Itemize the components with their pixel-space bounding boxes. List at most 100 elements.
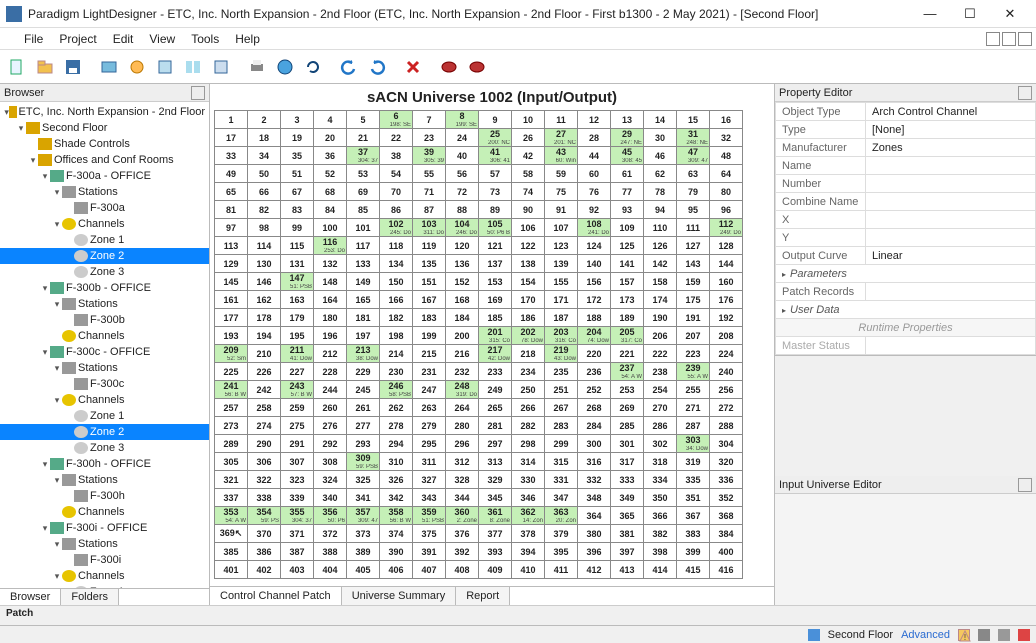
channel-cell[interactable]: 106 <box>512 219 545 237</box>
menu-tools[interactable]: Tools <box>183 28 227 50</box>
channel-cell[interactable]: 3602: Zone <box>446 507 479 525</box>
channel-cell[interactable]: 116253: Do <box>314 237 347 255</box>
channel-cell[interactable]: 186 <box>512 309 545 327</box>
channel-cell[interactable]: 152 <box>446 273 479 291</box>
channel-cell[interactable]: 195 <box>281 327 314 345</box>
tree-item[interactable]: ▾Channels <box>0 216 209 232</box>
channel-cell[interactable]: 188 <box>578 309 611 327</box>
minimize-button[interactable]: — <box>910 0 950 28</box>
channel-cell[interactable]: 389 <box>347 543 380 561</box>
channel-cell[interactable]: 216 <box>446 345 479 363</box>
channel-cell[interactable]: 203316: Co <box>545 327 578 345</box>
channel-cell[interactable]: 264 <box>446 399 479 417</box>
channel-cell[interactable]: 215 <box>413 345 446 363</box>
channel-cell[interactable]: 19 <box>281 129 314 147</box>
channel-cell[interactable]: 64 <box>710 165 743 183</box>
menu-project[interactable]: Project <box>51 28 104 50</box>
channel-cell[interactable]: 174 <box>644 291 677 309</box>
channel-cell[interactable]: 5 <box>347 111 380 129</box>
channel-cell[interactable]: 10550: P6 B <box>479 219 512 237</box>
channel-cell[interactable]: 295 <box>413 435 446 453</box>
tree-item[interactable]: ▾F-300b - OFFICE <box>0 280 209 296</box>
channel-cell[interactable]: 338 <box>248 489 281 507</box>
channel-cell[interactable]: 170 <box>512 291 545 309</box>
channel-cell[interactable]: 145 <box>215 273 248 291</box>
channel-cell[interactable]: 357309: 47 <box>347 507 380 525</box>
channel-cell[interactable]: 199 <box>413 327 446 345</box>
channel-cell[interactable]: 381 <box>611 525 644 543</box>
channel-cell[interactable]: 347 <box>545 489 578 507</box>
channel-cell[interactable]: 233 <box>479 363 512 381</box>
channel-cell[interactable]: 266 <box>512 399 545 417</box>
channel-cell[interactable]: 386 <box>248 543 281 561</box>
channel-cell[interactable]: 109 <box>611 219 644 237</box>
channel-cell[interactable]: 55 <box>413 165 446 183</box>
channel-cell[interactable]: 60 <box>578 165 611 183</box>
tree-item[interactable]: Zone 2 <box>0 424 209 440</box>
tool-btn-1[interactable] <box>96 54 122 80</box>
channel-cell[interactable]: 274 <box>248 417 281 435</box>
channel-cell[interactable]: 100 <box>314 219 347 237</box>
channel-cell[interactable]: 26 <box>512 129 545 147</box>
channel-cell[interactable]: 190 <box>644 309 677 327</box>
channel-cell[interactable]: 14 <box>644 111 677 129</box>
channel-cell[interactable]: 312 <box>446 453 479 471</box>
channel-cell[interactable]: 168 <box>446 291 479 309</box>
channel-cell[interactable]: 33 <box>215 147 248 165</box>
mdi-min-icon[interactable] <box>986 32 1000 46</box>
channel-cell[interactable]: 66 <box>248 183 281 201</box>
channel-cell[interactable]: 392 <box>446 543 479 561</box>
channel-cell[interactable]: 53 <box>347 165 380 183</box>
channel-cell[interactable]: 128 <box>710 237 743 255</box>
channel-cell[interactable]: 324 <box>314 471 347 489</box>
redo-button[interactable] <box>364 54 390 80</box>
channel-cell[interactable]: 321 <box>215 471 248 489</box>
channel-cell[interactable]: 45308: 45 <box>611 147 644 165</box>
channel-cell[interactable]: 131 <box>281 255 314 273</box>
channel-cell[interactable]: 22 <box>380 129 413 147</box>
channel-cell[interactable]: 69 <box>347 183 380 201</box>
channel-cell[interactable]: 157 <box>611 273 644 291</box>
channel-cell[interactable]: 365 <box>611 507 644 525</box>
browser-tab-folders[interactable]: Folders <box>61 589 119 605</box>
channel-cell[interactable]: 14751: PSB <box>281 273 314 291</box>
maximize-button[interactable]: ☐ <box>950 0 990 28</box>
channel-cell[interactable]: 382 <box>644 525 677 543</box>
channel-cell[interactable]: 251 <box>545 381 578 399</box>
channel-cell[interactable]: 169 <box>479 291 512 309</box>
channel-cell[interactable]: 4 <box>314 111 347 129</box>
channel-cell[interactable]: 165 <box>347 291 380 309</box>
channel-cell[interactable]: 293 <box>347 435 380 453</box>
delete-button[interactable] <box>400 54 426 80</box>
channel-cell[interactable]: 15 <box>677 111 710 129</box>
channel-cell[interactable]: 138 <box>512 255 545 273</box>
channel-cell[interactable]: 76 <box>578 183 611 201</box>
channel-cell[interactable]: 379 <box>545 525 578 543</box>
channel-cell[interactable]: 160 <box>710 273 743 291</box>
channel-cell[interactable]: 171 <box>545 291 578 309</box>
channel-cell[interactable]: 332 <box>578 471 611 489</box>
channel-cell[interactable]: 291 <box>281 435 314 453</box>
channel-cell[interactable]: 75 <box>545 183 578 201</box>
channel-cell[interactable]: 283 <box>545 417 578 435</box>
tree-item[interactable]: F-300i <box>0 552 209 568</box>
channel-cell[interactable]: 280 <box>446 417 479 435</box>
channel-cell[interactable]: 67 <box>281 183 314 201</box>
channel-cell[interactable]: 194 <box>248 327 281 345</box>
channel-cell[interactable]: 164 <box>314 291 347 309</box>
channel-cell[interactable]: 16 <box>710 111 743 129</box>
channel-cell[interactable]: 301 <box>611 435 644 453</box>
channel-cell[interactable]: 345 <box>479 489 512 507</box>
tree-item[interactable]: ▾Stations <box>0 296 209 312</box>
channel-cell[interactable]: 61 <box>611 165 644 183</box>
channel-cell[interactable]: 87 <box>413 201 446 219</box>
channel-cell[interactable]: 71 <box>413 183 446 201</box>
channel-cell[interactable]: 92 <box>578 201 611 219</box>
channel-cell[interactable]: 336 <box>710 471 743 489</box>
channel-cell[interactable]: 20278: Dow <box>512 327 545 345</box>
channel-cell[interactable]: 23955: A W <box>677 363 710 381</box>
channel-cell[interactable]: 286 <box>644 417 677 435</box>
tree-item[interactable]: ▾Stations <box>0 184 209 200</box>
channel-cell[interactable]: 208 <box>710 327 743 345</box>
print-button[interactable] <box>244 54 270 80</box>
